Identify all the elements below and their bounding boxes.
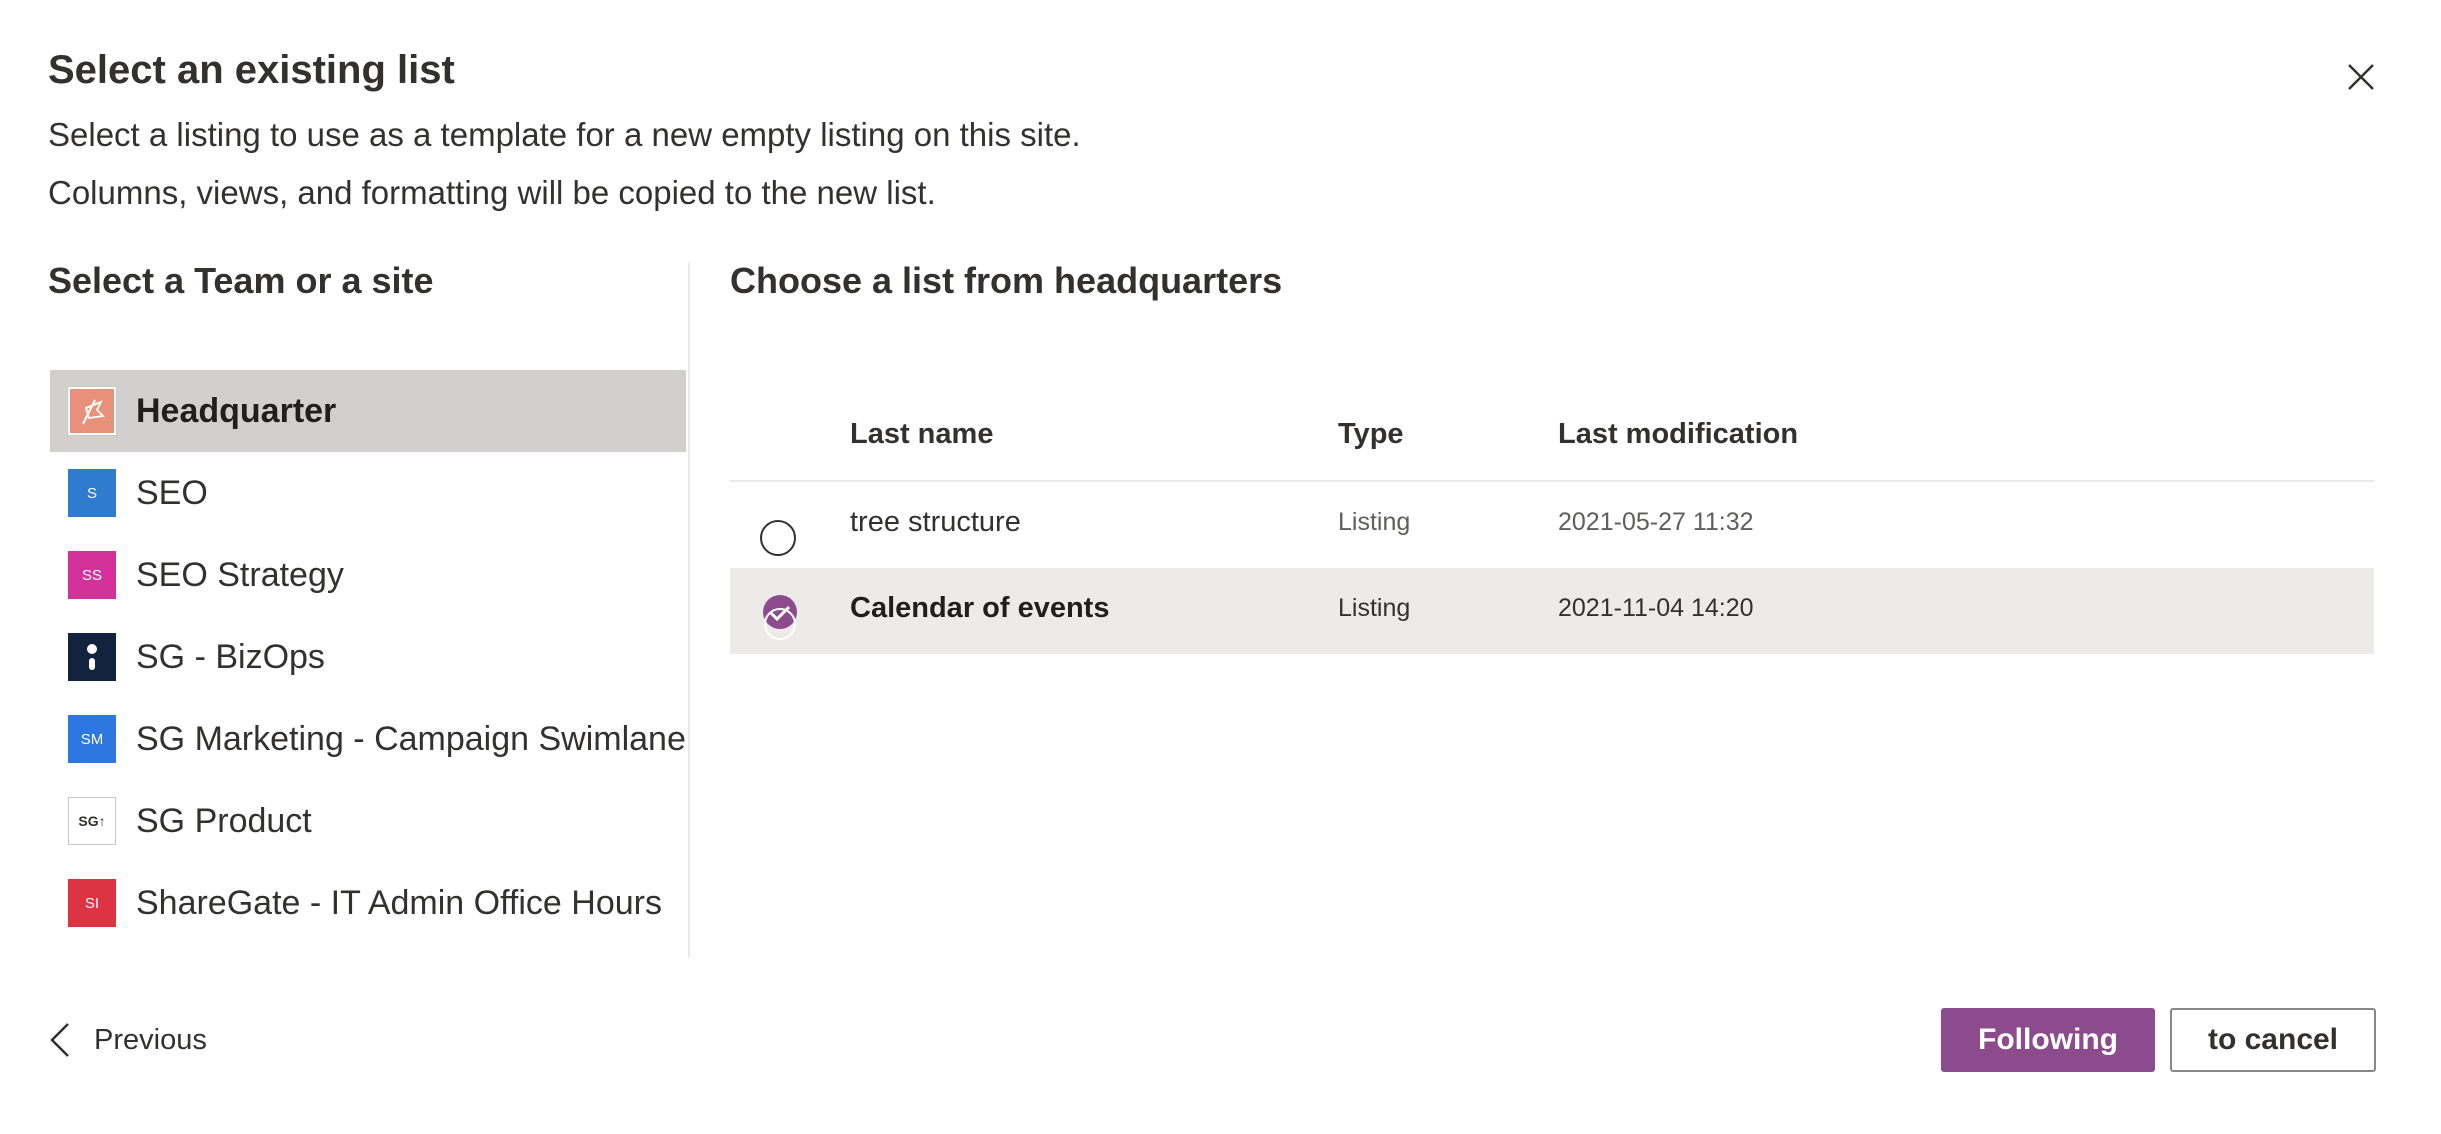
sharegate-it-admin-site-icon: SI <box>68 879 116 927</box>
list-last-modification: 2021-05-27 11:32 <box>1558 508 1754 536</box>
panel-divider <box>688 262 690 958</box>
site-item-label: SG Product <box>136 801 312 840</box>
site-item-sg-product[interactable]: SG↑ SG Product <box>50 780 686 862</box>
site-item-headquarter[interactable]: Headquarter <box>50 370 686 452</box>
headquarter-flag-icon <box>67 386 117 436</box>
table-row[interactable]: tree structure Listing 2021-05-27 11:32 <box>730 482 2374 568</box>
site-picker-heading: Select a Team or a site <box>48 260 434 301</box>
site-item-label: SG Marketing - Campaign Swimlane <box>136 719 686 758</box>
next-button[interactable]: Following <box>1941 1008 2155 1072</box>
site-item-seo-strategy[interactable]: SS SEO Strategy <box>50 534 686 616</box>
previous-button[interactable]: Previous <box>48 1016 207 1064</box>
site-item-sg-marketing[interactable]: SM SG Marketing - Campaign Swimlane <box>50 698 686 780</box>
list-name: Calendar of events <box>850 592 1110 624</box>
list-table-header: Last name Type Last modification <box>730 400 2374 482</box>
list-picker-heading: Choose a list from headquarters <box>730 260 1283 301</box>
site-list: Headquarter S SEO SS SEO Strategy SG - B… <box>50 370 686 944</box>
column-header-name[interactable]: Last name <box>850 418 993 451</box>
seo-site-icon: S <box>68 469 116 517</box>
list-last-modification: 2021-11-04 14:20 <box>1558 594 1754 622</box>
close-icon <box>2348 64 2374 90</box>
close-button[interactable] <box>2338 54 2384 100</box>
table-row[interactable]: Calendar of events Listing 2021-11-04 14… <box>730 568 2374 654</box>
site-item-label: SEO <box>136 473 208 512</box>
site-item-label: ShareGate - IT Admin Office Hours <box>136 883 662 922</box>
row-radio-button[interactable] <box>760 520 796 556</box>
list-type: Listing <box>1338 508 1411 536</box>
sg-marketing-site-icon: SM <box>68 715 116 763</box>
list-name: tree structure <box>850 506 1021 538</box>
site-item-label: SEO Strategy <box>136 555 344 594</box>
chevron-left-icon <box>50 1023 69 1057</box>
previous-label: Previous <box>94 1023 207 1056</box>
site-item-sg-bizops[interactable]: SG - BizOps <box>50 616 686 698</box>
site-item-label: SG - BizOps <box>136 637 325 676</box>
dialog-description-line-2: Columns, views, and formatting will be c… <box>48 174 936 211</box>
dialog-title: Select an existing list <box>48 48 455 92</box>
select-existing-list-dialog: Select an existing list Select a listing… <box>0 0 2441 1134</box>
list-type: Listing <box>1338 594 1411 622</box>
column-header-last-modification[interactable]: Last modification <box>1558 418 1798 451</box>
site-item-seo[interactable]: S SEO <box>50 452 686 534</box>
column-header-type[interactable]: Type <box>1338 418 1404 451</box>
row-radio-button-checked[interactable] <box>760 594 800 644</box>
sg-product-logo-icon: SG↑ <box>68 797 116 845</box>
bizops-dots-icon <box>68 633 116 681</box>
seo-strategy-site-icon: SS <box>68 551 116 599</box>
site-item-sharegate-it-admin[interactable]: SI ShareGate - IT Admin Office Hours <box>50 862 686 944</box>
list-table: Last name Type Last modification tree st… <box>730 400 2374 654</box>
site-item-label: Headquarter <box>136 391 337 430</box>
dialog-description-line-1: Select a listing to use as a template fo… <box>48 116 1081 153</box>
check-circle-icon <box>763 595 797 640</box>
cancel-button[interactable]: to cancel <box>2170 1008 2376 1072</box>
